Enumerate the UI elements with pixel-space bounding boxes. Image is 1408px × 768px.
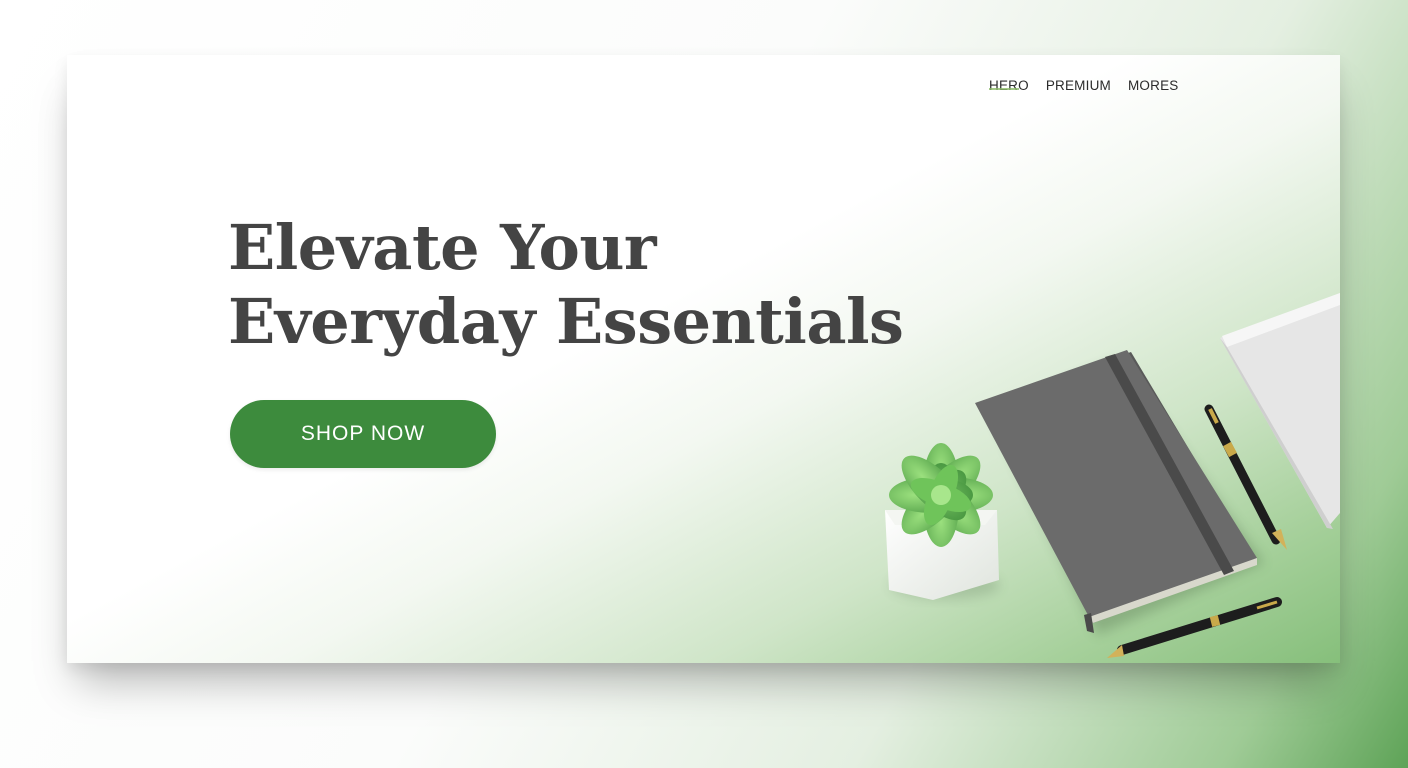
white-book-icon [1220, 293, 1340, 529]
product-illustration [885, 293, 1340, 658]
hero-banner: HERO PREMIUM MORES Elevate Your Everyday… [67, 55, 1340, 663]
succulent-plant-icon [885, 443, 999, 600]
gray-notebook-icon [975, 350, 1257, 633]
